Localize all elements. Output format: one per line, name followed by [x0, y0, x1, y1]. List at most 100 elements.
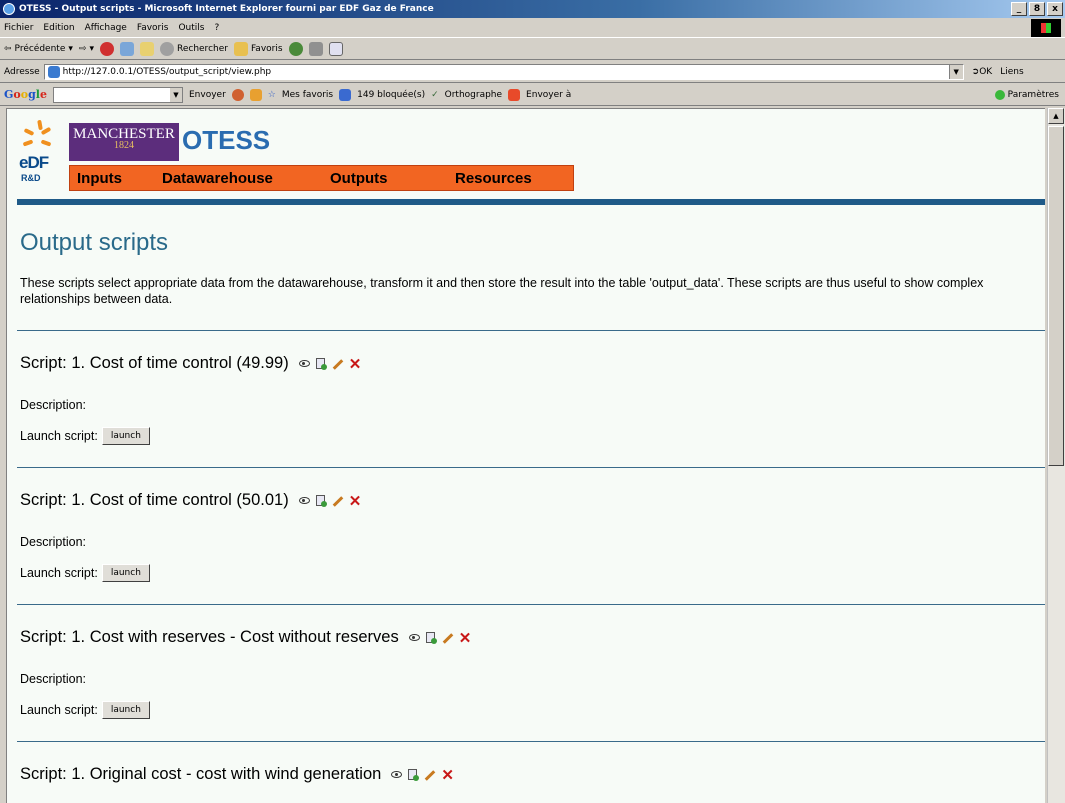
- menu-affichage[interactable]: Affichage: [85, 23, 127, 33]
- main-nav: Inputs Datawarehouse Outputs Resources: [69, 165, 574, 191]
- menu-favoris[interactable]: Favoris: [137, 23, 169, 33]
- script-title-text: Script: 1. Cost of time control (50.01): [20, 491, 289, 509]
- news-icon[interactable]: [249, 88, 262, 101]
- settings-icon: [994, 89, 1005, 100]
- close-button[interactable]: x: [1047, 2, 1063, 16]
- script-title-text: Script: 1. Original cost - cost with win…: [20, 765, 382, 783]
- export-icon[interactable]: [315, 495, 327, 507]
- edit-pencil-icon[interactable]: [423, 769, 435, 781]
- spellcheck-icon: ✓: [431, 89, 439, 100]
- script-description: Description:: [20, 398, 86, 412]
- divider: [17, 604, 1045, 605]
- launch-button[interactable]: launch: [101, 701, 150, 719]
- send-to-icon: [508, 88, 521, 101]
- script-title-text: Script: 1. Cost with reserves - Cost wit…: [20, 628, 399, 646]
- pagerank-icon[interactable]: [231, 88, 244, 101]
- vertical-scrollbar[interactable]: ▲: [1047, 108, 1065, 803]
- view-icon[interactable]: [408, 634, 420, 641]
- page-icon: [47, 65, 60, 78]
- nav-datawarehouse[interactable]: Datawarehouse: [162, 170, 273, 187]
- edf-sun-icon: [22, 119, 53, 151]
- popups-blocked-count[interactable]: 149 bloquée(s): [357, 90, 425, 100]
- edit-pencil-icon[interactable]: [331, 358, 343, 370]
- refresh-icon[interactable]: [119, 41, 134, 56]
- menu-fichier[interactable]: Fichier: [4, 23, 33, 33]
- nav-inputs[interactable]: Inputs: [77, 170, 122, 187]
- delete-icon[interactable]: ✕: [459, 629, 472, 647]
- script-description: Description:: [20, 535, 86, 549]
- search-button[interactable]: Rechercher: [159, 41, 228, 56]
- links-button[interactable]: Liens: [1000, 67, 1023, 77]
- launch-row: Launch script: launch: [20, 427, 150, 445]
- back-button[interactable]: ⇦ Précédente ▾: [4, 44, 73, 54]
- launch-row: Launch script: launch: [20, 564, 150, 582]
- google-search-input[interactable]: ▼: [52, 86, 183, 103]
- export-icon[interactable]: [408, 769, 420, 781]
- google-logo: Google: [4, 88, 47, 101]
- nav-resources[interactable]: Resources: [455, 170, 532, 187]
- launch-label: Launch script:: [20, 429, 98, 443]
- edf-rd-label: R&D: [21, 173, 41, 183]
- forward-button[interactable]: ⇨ ▾: [79, 44, 94, 54]
- delete-icon[interactable]: ✕: [441, 766, 454, 784]
- star-icon: [233, 41, 248, 56]
- edit-pencil-icon[interactable]: [331, 495, 343, 507]
- script-title: Script: 1. Cost with reserves - Cost wit…: [20, 628, 471, 647]
- view-icon[interactable]: [298, 360, 310, 367]
- history-icon[interactable]: [288, 41, 303, 56]
- header-divider: [17, 199, 1045, 205]
- menu-edition[interactable]: Edition: [43, 23, 74, 33]
- ie-icon: [3, 3, 15, 15]
- script-title: Script: 1. Original cost - cost with win…: [20, 765, 454, 784]
- go-label: OK: [979, 66, 993, 77]
- scroll-up-icon[interactable]: ▲: [1048, 108, 1064, 124]
- address-url: http://127.0.0.1/OTESS/output_script/vie…: [62, 66, 272, 77]
- search-label: Rechercher: [176, 43, 228, 54]
- menu-outils[interactable]: Outils: [178, 23, 204, 33]
- chevron-down-icon: ▾: [89, 43, 94, 54]
- nav-outputs[interactable]: Outputs: [330, 170, 388, 187]
- divider: [17, 330, 1045, 331]
- google-send-button[interactable]: Envoyer: [189, 90, 226, 100]
- back-label: Précédente: [14, 43, 66, 54]
- home-icon[interactable]: [139, 41, 154, 56]
- maximize-button[interactable]: 8: [1029, 2, 1045, 16]
- go-button[interactable]: ➲OK: [972, 67, 993, 77]
- launch-label: Launch script:: [20, 566, 98, 580]
- favorites-button[interactable]: Favoris: [233, 41, 283, 56]
- manchester-logo: MANCHESTER 1824: [69, 123, 179, 161]
- export-icon[interactable]: [425, 632, 437, 644]
- chevron-down-icon[interactable]: ▼: [948, 64, 963, 79]
- spelling-button[interactable]: Orthographe: [445, 90, 502, 100]
- my-favorites-button[interactable]: Mes favoris: [282, 90, 333, 100]
- chevron-down-icon[interactable]: ▼: [169, 87, 182, 102]
- minimize-button[interactable]: _: [1011, 2, 1027, 16]
- favorites-label: Favoris: [250, 43, 283, 54]
- stop-icon[interactable]: [99, 41, 114, 56]
- google-toolbar: Google ▼ Envoyer ☆ Mes favoris 149 bloqu…: [0, 84, 1065, 106]
- view-icon[interactable]: [391, 771, 403, 778]
- search-icon: [159, 41, 174, 56]
- page-title: Output scripts: [20, 229, 169, 256]
- delete-icon[interactable]: ✕: [349, 492, 362, 510]
- address-bar: Adresse http://127.0.0.1/OTESS/output_sc…: [0, 61, 1065, 83]
- delete-icon[interactable]: ✕: [349, 355, 362, 373]
- edit-pencil-icon[interactable]: [441, 632, 453, 644]
- divider: [17, 467, 1045, 468]
- settings-button[interactable]: Paramètres: [1008, 90, 1059, 100]
- menu-help[interactable]: ?: [214, 23, 219, 33]
- scroll-thumb[interactable]: [1048, 126, 1064, 466]
- star-icon[interactable]: ☆: [268, 90, 276, 100]
- edf-wordmark: eDF: [19, 153, 49, 172]
- launch-button[interactable]: launch: [101, 427, 150, 445]
- address-input[interactable]: http://127.0.0.1/OTESS/output_script/vie…: [43, 63, 964, 80]
- view-icon[interactable]: [298, 497, 310, 504]
- menu-bar: Fichier Edition Affichage Favoris Outils…: [0, 18, 1065, 38]
- send-to-button[interactable]: Envoyer à: [526, 90, 571, 100]
- page-content: eDF R&D MANCHESTER 1824 OTESS Inputs Dat…: [6, 108, 1045, 803]
- edit-icon[interactable]: [328, 41, 343, 56]
- export-icon[interactable]: [315, 358, 327, 370]
- window-title: OTESS - Output scripts - Microsoft Inter…: [19, 4, 434, 14]
- launch-button[interactable]: launch: [101, 564, 150, 582]
- print-icon[interactable]: [308, 41, 323, 56]
